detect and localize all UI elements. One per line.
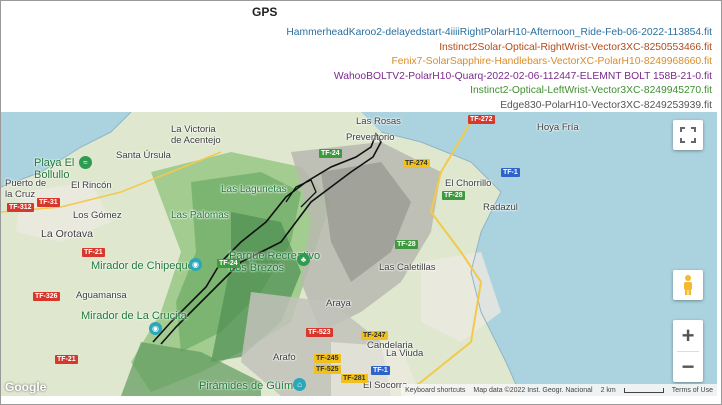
road-shield: TF-523 — [306, 328, 333, 337]
road-shield: TF-274 — [403, 159, 430, 168]
scale-bar — [623, 387, 664, 393]
map-data-text: Map data ©2022 Inst. Geogr. Nacional — [473, 386, 593, 394]
place-las-palomas: Las Palomas — [171, 210, 229, 221]
place-el-rincon: El Rincón — [71, 180, 112, 191]
road-shield: TF-245 — [314, 354, 341, 363]
place-la-viuda: La Viuda — [386, 348, 424, 359]
park-tree-icon[interactable]: ♣ — [297, 253, 310, 266]
place-la-orotava: La Orotava — [41, 228, 93, 240]
road-shield: TF-326 — [33, 292, 60, 301]
zoom-control: + − — [673, 320, 703, 382]
road-shield: TF-28 — [442, 191, 465, 200]
pegman-icon — [684, 275, 692, 295]
legend: HammerheadKaroo2-delayedstart-4iiiiRight… — [286, 26, 712, 114]
road-shield: TF-21 — [82, 248, 105, 257]
road-shield: TF-281 — [341, 374, 368, 383]
place-hoya-fria: Hoya Fría — [537, 122, 579, 133]
viewpoint-camera-icon[interactable]: ◉ — [149, 322, 162, 335]
legend-item: Instinct2Solar-Optical-RightWrist-Vector… — [439, 41, 712, 53]
road-shield: TF-1 — [371, 366, 390, 375]
road-shield: TF-24 — [217, 259, 240, 268]
place-las-rosas: Las Rosas — [356, 116, 401, 127]
road-shield: TF-28 — [395, 240, 418, 249]
place-araya: Araya — [326, 298, 351, 309]
place-prevantorio: Preventorio — [346, 132, 395, 143]
road-shield: TF-1 — [501, 168, 520, 177]
road-shield: TF-525 — [314, 365, 341, 374]
scale-label[interactable]: 2 km — [601, 387, 616, 394]
street-view-button[interactable] — [673, 270, 703, 300]
road-shield: TF-272 — [468, 115, 495, 124]
place-las-lagunetas: Las Lagunetas — [221, 184, 287, 195]
google-logo: Google — [5, 380, 47, 394]
chart-title: GPS — [252, 5, 278, 19]
place-santa-ursula: Santa Úrsula — [116, 150, 171, 161]
place-el-chorrillo: El Chorrillo — [445, 178, 492, 189]
legend-item: WahooBOLTV2-PolarH10-Quarq-2022-02-06-11… — [333, 70, 712, 82]
map-attribution: Keyboard shortcuts Map data ©2022 Inst. … — [401, 384, 717, 396]
place-los-gomez: Los Gómez — [73, 210, 122, 221]
road-shield: TF-31 — [37, 198, 60, 207]
road-shield: TF-247 — [361, 331, 388, 340]
museum-icon[interactable]: ⌂ — [293, 378, 306, 391]
fullscreen-button[interactable] — [673, 120, 703, 150]
terms-link[interactable]: Terms of Use — [672, 387, 713, 394]
fullscreen-icon — [680, 127, 696, 143]
place-aguamansa: Aguamansa — [76, 290, 127, 301]
road-shield: TF-24 — [319, 149, 342, 158]
place-mirador-crucita: Mirador de La Crucita — [81, 310, 187, 322]
zoom-in-button[interactable]: + — [673, 321, 703, 351]
place-mirador-chipeque: Mirador de Chipeque — [91, 260, 194, 272]
place-puerto-cruz: Puerto de la Cruz — [5, 178, 47, 200]
legend-item: Fenix7-SolarSapphire-Handlebars-VectorXC… — [391, 56, 712, 68]
place-arafo: Arafo — [273, 352, 296, 363]
place-piramides-guimar: Pirámides de Güímar — [199, 380, 303, 392]
road-shield: TF-21 — [55, 355, 78, 364]
viewpoint-camera-icon[interactable]: ◉ — [189, 258, 202, 271]
map-view[interactable]: La Victoria de Acentejo Las Rosas Prevent… — [1, 112, 717, 396]
map-terrain — [1, 112, 717, 396]
keyboard-shortcuts-link[interactable]: Keyboard shortcuts — [405, 387, 465, 394]
place-radazul: Radazul — [483, 202, 518, 213]
road-shield: TF-312 — [7, 203, 34, 212]
legend-item: Instinct2-Optical-LeftWrist-Vector3XC-82… — [470, 85, 712, 97]
legend-item: HammerheadKaroo2-delayedstart-4iiiiRight… — [286, 27, 712, 38]
place-la-victoria: La Victoria de Acentejo — [171, 124, 221, 146]
beach-icon[interactable]: ≈ — [79, 156, 92, 169]
zoom-out-button[interactable]: − — [673, 352, 703, 382]
place-las-caletillas: Las Caletillas — [379, 262, 436, 273]
